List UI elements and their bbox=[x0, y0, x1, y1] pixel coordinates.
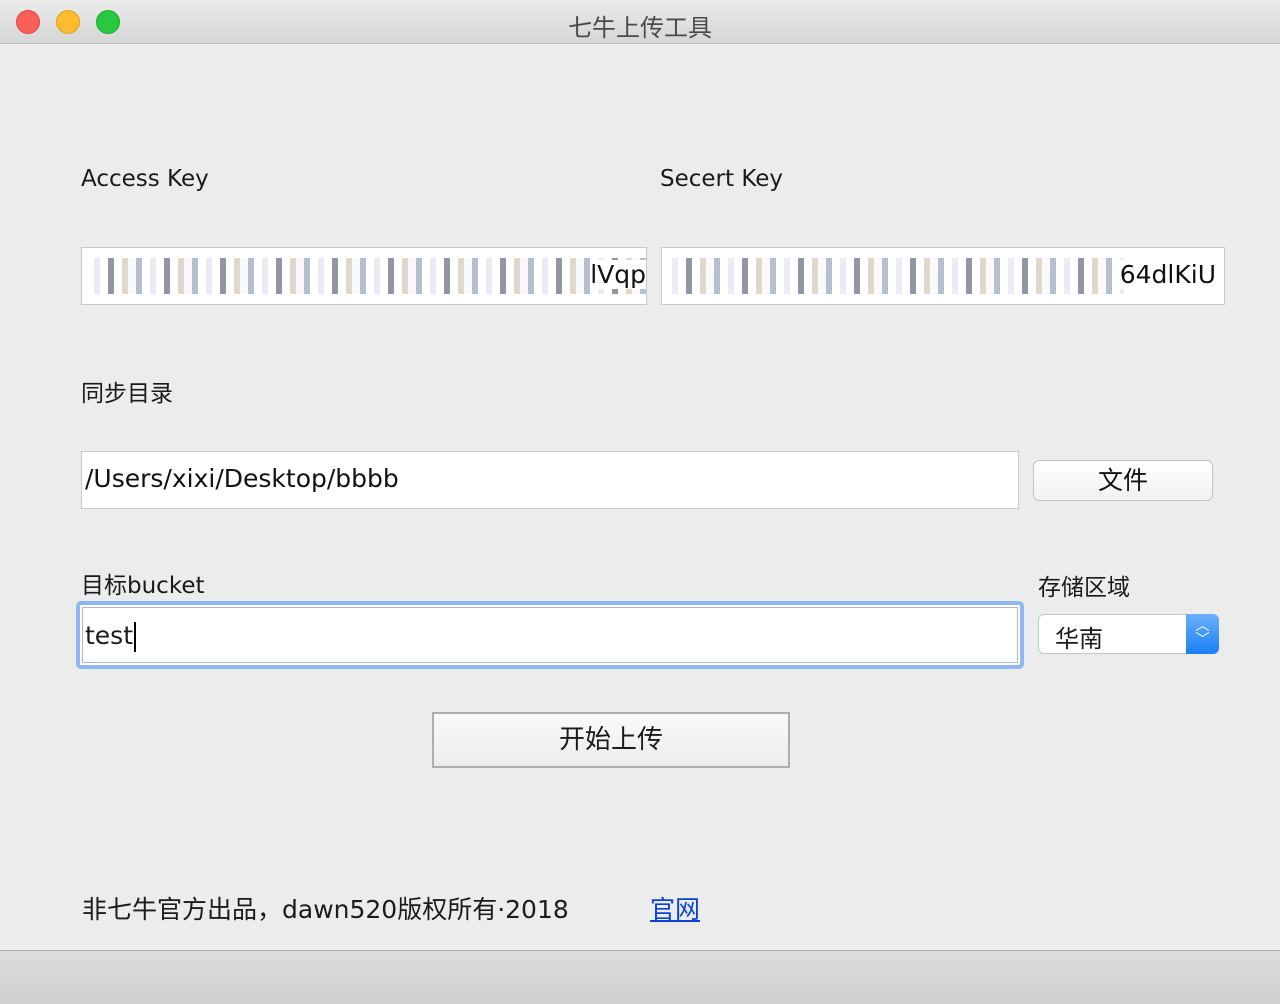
bucket-label: 目标bucket bbox=[81, 573, 205, 599]
window-title: 七牛上传工具 bbox=[568, 14, 712, 42]
chevron-up-icon: ︿ bbox=[1195, 618, 1210, 634]
text-caret bbox=[134, 622, 137, 652]
secret-key-visible-text: 64dlKiU bbox=[1119, 260, 1216, 289]
region-selected-value: 华南 bbox=[1055, 625, 1103, 653]
browse-file-button[interactable]: 文件 bbox=[1033, 460, 1213, 501]
sync-dir-input[interactable]: /Users/xixi/Desktop/bbbb bbox=[81, 451, 1019, 509]
masked-secret-key bbox=[664, 258, 1124, 294]
secret-key-label: Secert Key bbox=[660, 166, 784, 192]
official-site-link[interactable]: 官网 bbox=[650, 890, 700, 926]
sync-dir-label: 同步目录 bbox=[81, 381, 173, 407]
bucket-input-inner: test bbox=[82, 607, 1018, 663]
window-bottom-bar bbox=[0, 950, 1280, 1004]
window-titlebar: 七牛上传工具 bbox=[0, 0, 1280, 44]
copyright-text: 非七牛官方出品，dawn520版权所有·2018 bbox=[82, 895, 569, 924]
access-key-label: Access Key bbox=[81, 166, 209, 192]
secret-key-input[interactable]: 64dlKiU bbox=[661, 247, 1225, 305]
masked-access-key bbox=[86, 258, 646, 294]
sync-dir-value: /Users/xixi/Desktop/bbbb bbox=[85, 464, 399, 493]
bucket-value-wrap: test bbox=[85, 621, 137, 652]
access-key-visible-text: lVqp bbox=[590, 260, 646, 289]
region-label: 存储区域 bbox=[1038, 575, 1130, 601]
select-stepper-icon[interactable]: ︿ ﹀ bbox=[1186, 614, 1219, 654]
chevron-down-icon: ﹀ bbox=[1195, 632, 1210, 648]
bucket-input[interactable]: test bbox=[76, 601, 1024, 669]
bucket-value: test bbox=[85, 621, 134, 650]
access-key-input[interactable]: lVqp bbox=[81, 247, 647, 305]
region-select[interactable]: 华南 ︿ ﹀ bbox=[1038, 614, 1219, 654]
start-upload-button[interactable]: 开始上传 bbox=[432, 712, 790, 768]
